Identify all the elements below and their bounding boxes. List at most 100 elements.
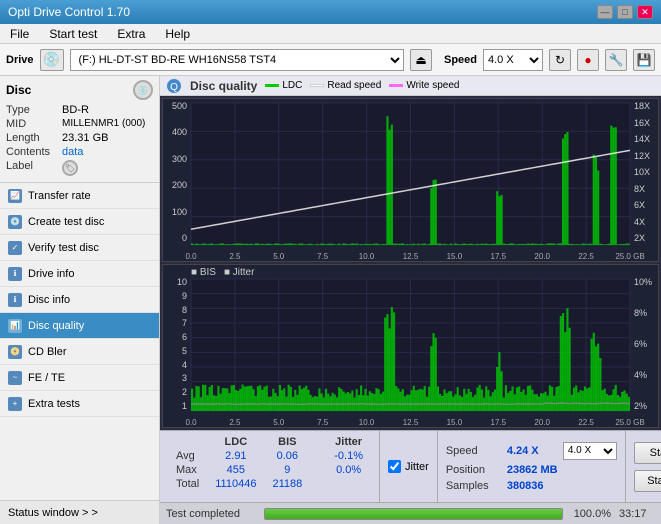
tools-button[interactable]: 🔧 xyxy=(605,49,627,71)
jitter-area: Jitter xyxy=(379,431,437,502)
progress-bar-area: Test completed 100.0% 33:17 xyxy=(160,502,661,524)
nav-drive-info[interactable]: ℹ Drive info xyxy=(0,261,159,287)
title-bar: Opti Drive Control 1.70 — □ ✕ xyxy=(0,0,661,24)
speed-pos-area: Speed 4.24 X 4.0 X Position 23862 MB Sam… xyxy=(437,431,625,502)
nav-create-test-disc[interactable]: 💿 Create test disc xyxy=(0,209,159,235)
legend-read-speed: Read speed xyxy=(310,80,381,91)
record-button[interactable]: ● xyxy=(577,49,599,71)
svg-text:5.0: 5.0 xyxy=(273,252,285,261)
stats-table-container: LDC BIS Jitter Avg 2.91 0.06 -0.1% xyxy=(160,431,379,502)
drive-icon: 💿 xyxy=(40,49,64,71)
total-ldc: 1110446 xyxy=(207,477,264,491)
disc-quality-icon-small: Q xyxy=(166,78,182,94)
close-button[interactable]: ✕ xyxy=(637,5,653,19)
col-ldc: LDC xyxy=(207,435,264,449)
avg-label: Avg xyxy=(168,449,207,463)
svg-text:12.5: 12.5 xyxy=(403,418,419,427)
disc-length-key: Length xyxy=(6,132,62,144)
maximize-button[interactable]: □ xyxy=(617,5,633,19)
nav-cd-bler-label: CD Bler xyxy=(28,346,67,358)
nav-extra-tests-label: Extra tests xyxy=(28,398,80,410)
nav-disc-quality[interactable]: 📊 Disc quality xyxy=(0,313,159,339)
svg-text:22.5: 22.5 xyxy=(578,252,594,261)
col-bis: BIS xyxy=(264,435,310,449)
svg-text:15.0: 15.0 xyxy=(447,252,463,261)
drive-selector[interactable]: (F:) HL-DT-ST BD-RE WH16NS58 TST4 xyxy=(70,49,404,71)
jitter-checkbox[interactable] xyxy=(388,460,401,473)
nav-extra-tests[interactable]: + Extra tests xyxy=(0,391,159,417)
samples-row: Samples 380836 xyxy=(446,480,617,492)
jitter-header: ■ Jitter xyxy=(224,267,255,278)
progress-bar-fill xyxy=(265,509,562,519)
disc-length-row: Length 23.31 GB xyxy=(6,132,153,144)
chart-ldc-svg: 0.02.55.07.510.012.515.017.520.022.525.0… xyxy=(163,99,658,261)
nav-fe-te[interactable]: ~ FE / TE xyxy=(0,365,159,391)
eject-button[interactable]: ⏏ xyxy=(410,49,432,71)
disc-icon: 💿 xyxy=(133,80,153,100)
svg-text:22.5: 22.5 xyxy=(578,418,594,427)
nav-disc-info[interactable]: ℹ Disc info xyxy=(0,287,159,313)
svg-text:25.0 GB: 25.0 GB xyxy=(615,252,644,261)
svg-text:17.5: 17.5 xyxy=(491,418,507,427)
chart1-y-right: 18X 16X 14X 12X 10X 8X 6X 4X 2X xyxy=(632,99,658,245)
stats-bar: LDC BIS Jitter Avg 2.91 0.06 -0.1% xyxy=(160,430,661,502)
samples-key: Samples xyxy=(446,480,501,492)
position-key: Position xyxy=(446,464,501,476)
chart2-legend: ■ BIS ■ Jitter xyxy=(191,267,254,278)
speed-selector[interactable]: 4.0 X xyxy=(483,49,543,71)
main-area: Disc 💿 Type BD-R MID MILLENMR1 (000) Len… xyxy=(0,76,661,524)
minimize-button[interactable]: — xyxy=(597,5,613,19)
start-full-button[interactable]: Start full xyxy=(634,442,661,464)
nav-verify-test-disc[interactable]: ✓ Verify test disc xyxy=(0,235,159,261)
nav-verify-test-disc-label: Verify test disc xyxy=(28,242,99,254)
create-test-disc-icon: 💿 xyxy=(8,215,22,229)
refresh-button[interactable]: ↻ xyxy=(549,49,571,71)
disc-quality-title: Disc quality xyxy=(190,79,257,93)
menu-start-test[interactable]: Start test xyxy=(43,26,103,42)
progress-bar-bg xyxy=(264,508,563,520)
menu-file[interactable]: File xyxy=(4,26,35,42)
svg-text:5.0: 5.0 xyxy=(273,418,285,427)
svg-text:10.0: 10.0 xyxy=(359,252,375,261)
fe-te-icon: ~ xyxy=(8,371,22,385)
svg-text:15.0: 15.0 xyxy=(447,418,463,427)
status-text: Test completed xyxy=(166,508,256,520)
cd-bler-icon: 📀 xyxy=(8,345,22,359)
svg-text:10.0: 10.0 xyxy=(359,418,375,427)
speed-select-stats[interactable]: 4.0 X xyxy=(563,442,617,460)
svg-text:Q: Q xyxy=(170,82,178,93)
nav-disc-info-label: Disc info xyxy=(28,294,70,306)
menu-extra[interactable]: Extra xyxy=(111,26,151,42)
disc-panel: Disc 💿 Type BD-R MID MILLENMR1 (000) Len… xyxy=(0,76,159,183)
samples-val: 380836 xyxy=(507,480,567,492)
status-window-label: Status window > > xyxy=(8,507,98,519)
disc-header: Disc 💿 xyxy=(6,80,153,100)
nav-cd-bler[interactable]: 📀 CD Bler xyxy=(0,339,159,365)
start-part-button[interactable]: Start part xyxy=(634,470,661,492)
disc-label-icon: 🏷 xyxy=(62,160,78,176)
max-bis: 9 xyxy=(264,463,310,477)
bis-header: ■ BIS xyxy=(191,267,216,278)
disc-length-val: 23.31 GB xyxy=(62,132,108,144)
disc-type-val: BD-R xyxy=(62,104,89,116)
svg-text:17.5: 17.5 xyxy=(491,252,507,261)
menu-help[interactable]: Help xyxy=(159,26,196,42)
nav-transfer-rate[interactable]: 📈 Transfer rate xyxy=(0,183,159,209)
sidebar: Disc 💿 Type BD-R MID MILLENMR1 (000) Len… xyxy=(0,76,160,524)
drive-info-icon: ℹ xyxy=(8,267,22,281)
verify-test-disc-icon: ✓ xyxy=(8,241,22,255)
avg-bis: 0.06 xyxy=(264,449,310,463)
status-window-button[interactable]: Status window > > xyxy=(0,500,159,524)
disc-type-key: Type xyxy=(6,104,62,116)
speed-val: 4.24 X xyxy=(507,445,557,457)
read-speed-label: Read speed xyxy=(327,80,381,91)
col-jitter: Jitter xyxy=(326,435,371,449)
total-label: Total xyxy=(168,477,207,491)
save-button[interactable]: 💾 xyxy=(633,49,655,71)
avg-ldc: 2.91 xyxy=(207,449,264,463)
content-area: Q Disc quality LDC Read speed Write spee… xyxy=(160,76,661,524)
window-controls: — □ ✕ xyxy=(597,5,653,19)
disc-quality-header: Q Disc quality LDC Read speed Write spee… xyxy=(160,76,661,96)
svg-text:2.5: 2.5 xyxy=(229,418,241,427)
disc-contents-val: data xyxy=(62,146,83,158)
